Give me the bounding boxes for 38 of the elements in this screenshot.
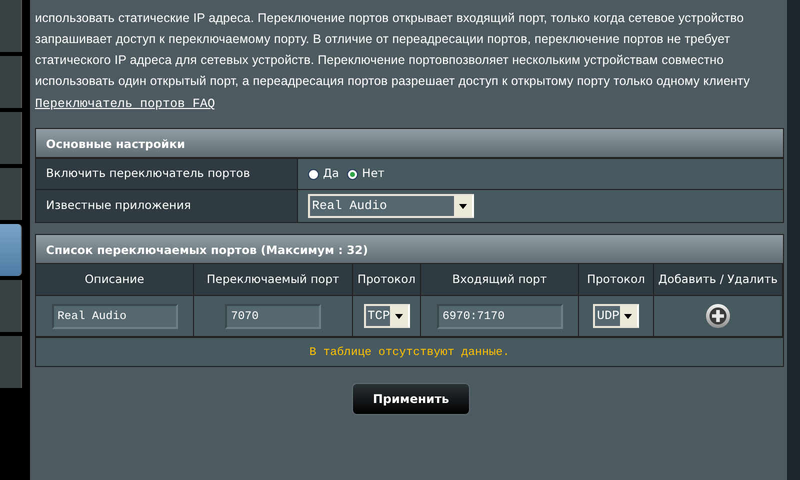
input-field[interactable]: Real Audio bbox=[52, 304, 178, 328]
column-header: Переключаемый порт bbox=[194, 264, 353, 295]
application-select[interactable]: Real Audio bbox=[308, 194, 474, 218]
sidebar-tab[interactable] bbox=[0, 168, 22, 220]
column-header: Протокол bbox=[579, 264, 654, 295]
dropdown-arrow-icon bbox=[394, 314, 403, 318]
column-header: Добавить / Удалить bbox=[654, 264, 783, 295]
radio-button[interactable] bbox=[347, 168, 358, 180]
sidebar-tab[interactable] bbox=[0, 0, 22, 52]
column-header: Входящий порт bbox=[421, 264, 579, 295]
dropdown-arrow-icon bbox=[624, 314, 632, 318]
input-field[interactable]: 7070 bbox=[225, 304, 321, 328]
section-title: Основные настройки bbox=[36, 129, 783, 158]
sidebar-tab[interactable] bbox=[0, 336, 22, 388]
setting-label: Включить переключатель портов bbox=[36, 159, 298, 189]
empty-table-message: В таблице отсутствуют данные. bbox=[36, 336, 783, 366]
faq-link[interactable]: Переключатель портов FAQ bbox=[35, 97, 216, 111]
input-field[interactable]: 6970:7170 bbox=[436, 304, 562, 328]
sidebar-tab[interactable] bbox=[0, 56, 22, 108]
radio-button[interactable] bbox=[308, 168, 319, 180]
radio-label: Нет bbox=[362, 165, 384, 182]
sidebar-tab[interactable] bbox=[0, 224, 22, 276]
apply-button[interactable]: Применить bbox=[352, 383, 470, 415]
intro-text-line: запрашивает доступ к переключаемому порту. В отличие от переадресации портов, переключение портов не требует bbox=[35, 31, 732, 48]
intro-text-line: использовать статические IP адреса. Переключение портов открывает входящий порт, только когда сетевое устройство bbox=[35, 10, 745, 27]
column-header: Протокол bbox=[353, 264, 421, 295]
protocol-select[interactable]: TCP bbox=[364, 304, 410, 328]
intro-text-line: использовать один открытый порт, а переадресация портов разрешает доступ к открытому порту только одному клиенту bbox=[35, 73, 751, 90]
protocol-select[interactable]: UDP bbox=[593, 304, 639, 328]
section-title: Список переключаемых портов (Максимум : 32) bbox=[36, 235, 783, 264]
radio-label: Да bbox=[323, 165, 340, 182]
setting-label: Известные приложения bbox=[36, 190, 298, 222]
intro-text-line: статического IP адреса для сетевых устройств. Переключение портовпозволяет нескольким устройствам совместно bbox=[35, 52, 725, 69]
sidebar-tab[interactable] bbox=[0, 280, 22, 332]
sidebar-tab[interactable] bbox=[0, 112, 22, 164]
add-icon[interactable] bbox=[705, 303, 731, 329]
column-header: Описание bbox=[36, 264, 194, 295]
dropdown-arrow-icon bbox=[459, 204, 467, 208]
